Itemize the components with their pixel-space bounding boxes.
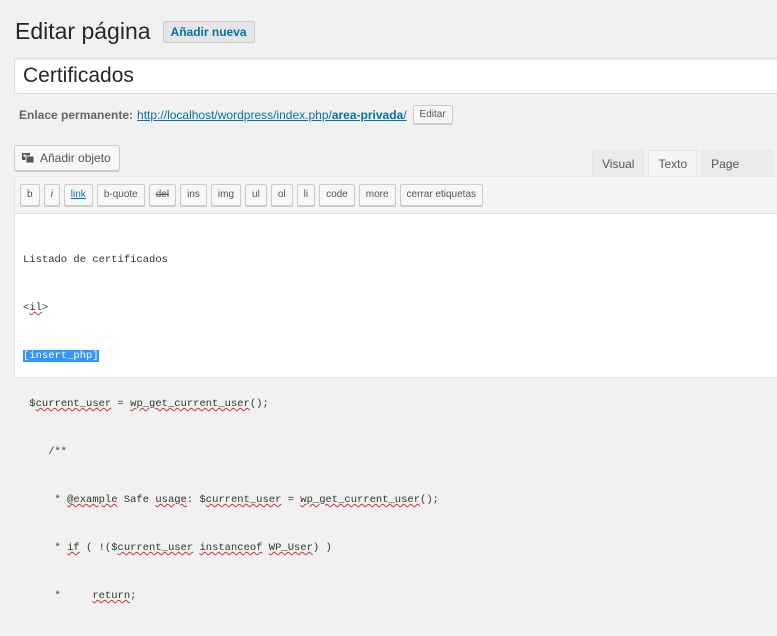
code-line: /** [23, 444, 777, 460]
code-text: /** [23, 446, 68, 458]
qt-italic-button[interactable]: i [43, 184, 60, 206]
post-title-input[interactable]: Certificados [14, 58, 777, 94]
code-text: * [23, 542, 68, 554]
code-line: * if ( !($current_user instanceof WP_Use… [23, 540, 777, 556]
post-title-value: Certificados [23, 64, 134, 87]
qt-ol-button[interactable]: ol [270, 184, 293, 206]
code-text: WP_User [268, 542, 313, 554]
qt-img-button[interactable]: img [210, 184, 242, 206]
qt-ins-button[interactable]: ins [180, 184, 207, 206]
qt-li-button[interactable]: li [296, 184, 316, 206]
code-text: if [67, 542, 80, 554]
code-text: ( !($ [79, 542, 118, 554]
code-text: ) ) [312, 542, 332, 554]
code-text: ; [130, 590, 137, 602]
tab-visual[interactable]: Visual [592, 150, 645, 177]
code-text: current_user [117, 542, 194, 554]
permalink-link[interactable]: http://localhost/wordpress/index.php/are… [137, 108, 407, 122]
code-text: @example [67, 494, 118, 506]
add-media-label: Añadir objeto [40, 151, 111, 165]
code-text: (); [249, 398, 269, 410]
permalink-url-suffix: / [403, 107, 407, 122]
qt-bold-button[interactable]: b [20, 184, 40, 206]
code-text: current_user [35, 398, 112, 410]
permalink-row: Enlace permanente: http://localhost/word… [19, 105, 453, 124]
code-text: = [281, 494, 301, 506]
code-text: : $ [186, 494, 206, 506]
code-line: $current_user = wp_get_current_user(); [23, 396, 777, 412]
code-text: current_user [205, 494, 282, 506]
qt-link-button[interactable]: link [63, 184, 93, 206]
page-heading: Editar página Añadir nueva [15, 18, 255, 45]
qt-code-button[interactable]: code [319, 184, 355, 206]
code-text: Listado de certificados [23, 254, 168, 266]
qt-close-tags-button[interactable]: cerrar etiquetas [399, 184, 484, 206]
content-textarea[interactable]: Listado de certificados <il> [insert_php… [15, 214, 777, 636]
qt-ul-button[interactable]: ul [245, 184, 267, 206]
code-text: * [23, 494, 68, 506]
code-line: [insert_php] [23, 348, 777, 364]
code-text: return [92, 590, 131, 602]
permalink-url-prefix: http://localhost/wordpress/index.php/ [137, 107, 332, 122]
code-text: Safe [117, 494, 156, 506]
code-text: usage [155, 494, 187, 506]
permalink-label: Enlace permanente: [19, 107, 134, 122]
code-line: <il> [23, 300, 777, 316]
permalink-slug: area-privada [331, 107, 404, 122]
code-text: wp_get_current_user [300, 494, 421, 506]
add-media-button[interactable]: Añadir objeto [14, 145, 120, 171]
quicktags-toolbar: b i link b-quote del ins img ul ol li co… [15, 177, 777, 214]
media-icon [22, 153, 35, 164]
code-text: * [23, 590, 93, 602]
code-text: il [29, 302, 42, 314]
tab-text[interactable]: Texto [648, 150, 698, 177]
code-text: (); [420, 494, 439, 506]
qt-blockquote-button[interactable]: b-quote [96, 184, 145, 206]
tab-page-builder[interactable]: Page Builder [701, 150, 773, 197]
code-text: = [111, 398, 131, 410]
code-text: wp_get_current_user [130, 398, 250, 410]
code-line: * return; [23, 588, 777, 604]
add-new-button[interactable]: Añadir nueva [162, 20, 255, 43]
code-line: Listado de certificados [23, 252, 777, 268]
code-line: * @example Safe usage: $current_user = w… [23, 492, 777, 508]
code-text: > [41, 302, 49, 314]
page-title: Editar página [15, 18, 151, 44]
code-text: instanceof [199, 542, 263, 554]
permalink-edit-button[interactable]: Editar [412, 105, 453, 124]
code-text: $ [23, 398, 36, 410]
selected-text: [insert_php] [23, 350, 99, 362]
text-editor: b i link b-quote del ins img ul ol li co… [14, 176, 777, 602]
editor-tabs: Visual Texto Page Builder [592, 150, 777, 197]
qt-del-button[interactable]: del [148, 184, 177, 206]
qt-more-button[interactable]: more [358, 184, 396, 206]
